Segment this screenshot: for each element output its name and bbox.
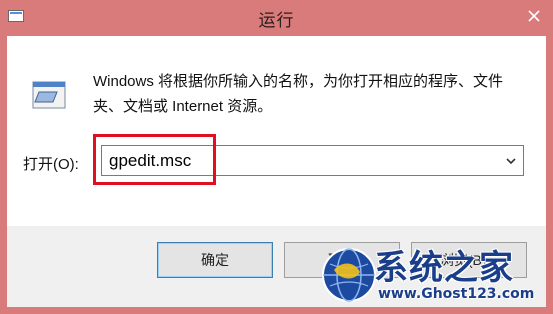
window-title: 运行 xyxy=(258,11,295,30)
run-dialog-icon xyxy=(32,81,66,109)
highlight-box xyxy=(93,134,216,185)
watermark-url: www.Ghost123.com xyxy=(378,286,535,302)
close-button[interactable] xyxy=(523,5,545,27)
close-icon xyxy=(528,10,540,22)
chevron-down-icon[interactable] xyxy=(505,155,517,167)
ok-button[interactable]: 确定 xyxy=(157,242,273,278)
watermark-title: 系统之家 xyxy=(374,248,514,288)
title-bar[interactable]: 运行 xyxy=(0,0,553,36)
open-label: 打开(O): xyxy=(23,156,79,173)
watermark: 系统之家 www.Ghost123.com xyxy=(320,240,553,314)
globe-logo xyxy=(322,248,376,302)
dialog-description: Windows 将根据你所输入的名称，为你打开相应的程序、文件夹、文档或 Int… xyxy=(93,73,504,115)
